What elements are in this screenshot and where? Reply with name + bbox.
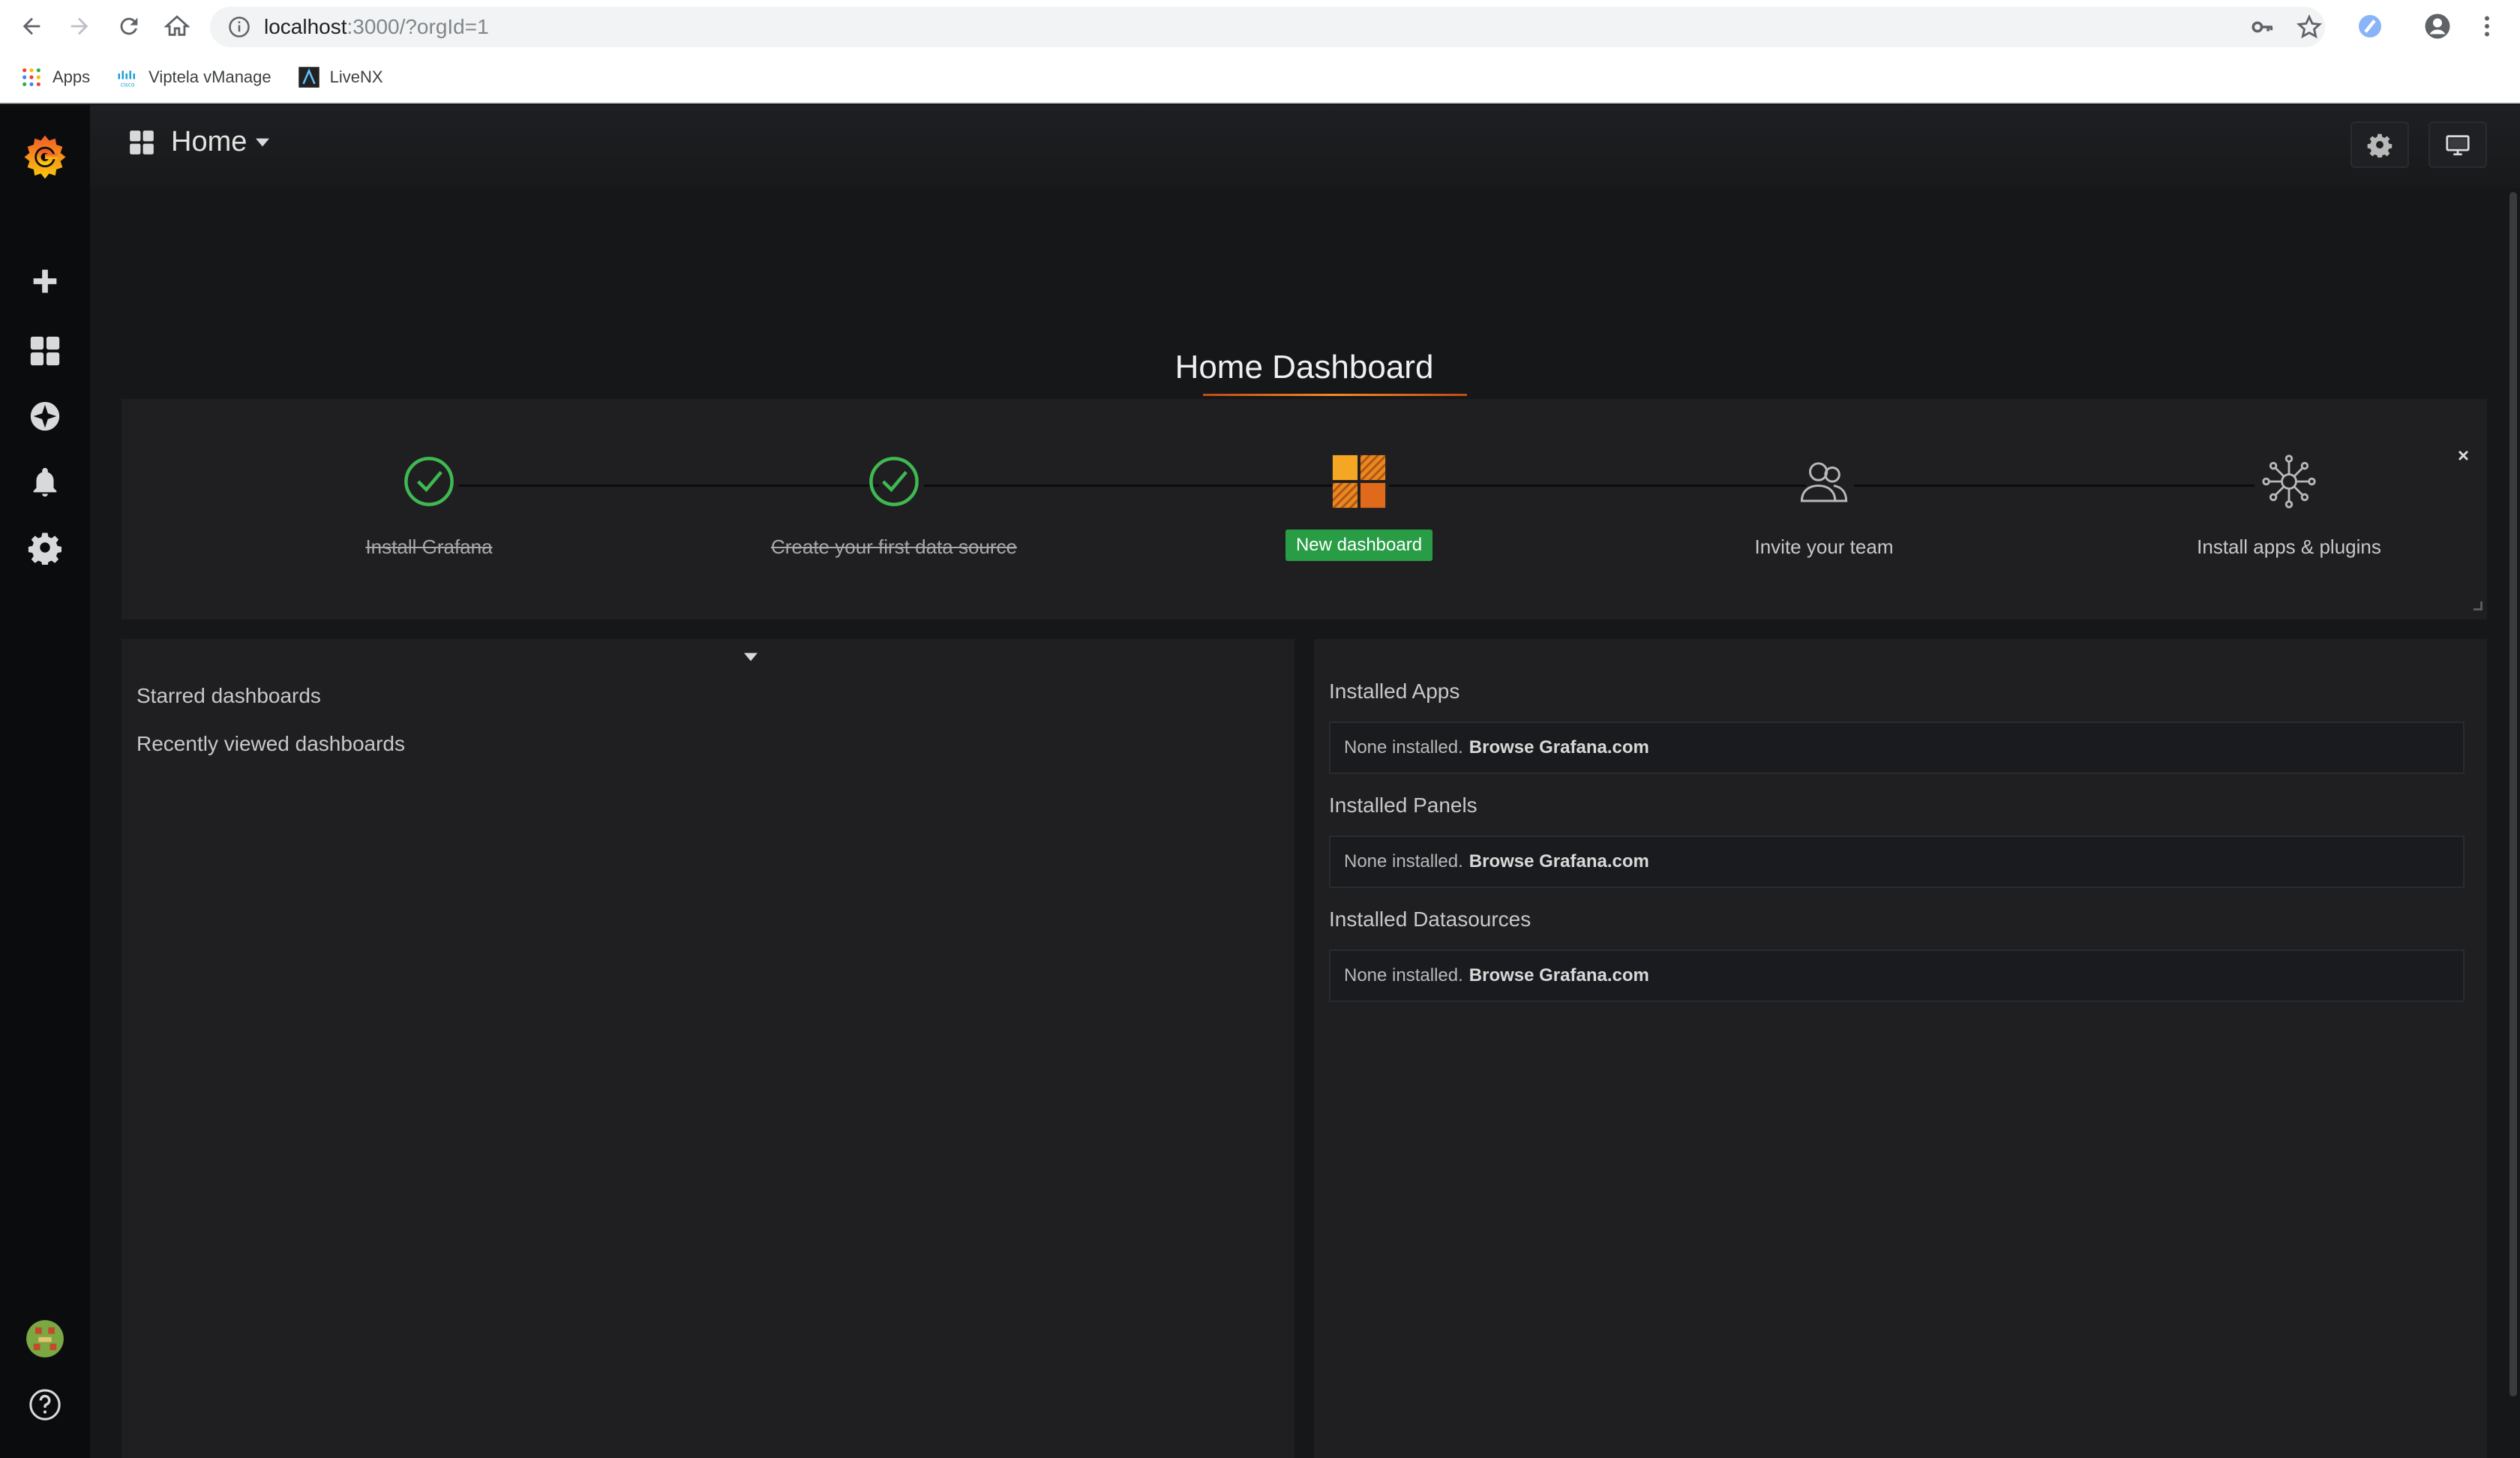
bookmark-viptela[interactable]: cisco Viptela vManage [116,65,272,89]
empty-text: None installed. [1344,965,1463,986]
installed-datasources-heading: Installed Datasources [1329,908,1532,931]
profile-icon[interactable] [2424,13,2451,40]
svg-text:cisco: cisco [121,82,135,88]
dashboard-list-panel: Starred dashboards Recently viewed dashb… [122,639,1294,1458]
installed-apps-empty: None installed. Browse Grafana.com [1329,722,2464,774]
step-create-data-source: Create your first data source [706,452,1082,559]
help-icon [29,1389,61,1420]
livenx-icon [297,65,321,89]
home-icon [164,15,190,36]
menu-kebab-icon[interactable] [2474,13,2500,40]
recently-viewed-heading: Recently viewed dashboards [136,732,405,755]
installed-panels-empty: None installed. Browse Grafana.com [1329,836,2464,888]
dashboard-settings-button[interactable] [2350,122,2409,168]
starred-dashboards-heading: Starred dashboards [136,684,321,707]
arrow-right-icon [70,17,88,35]
step-invite-team: Invite your team [1636,452,2012,559]
configuration-menu-item[interactable] [0,518,90,578]
forward-button[interactable] [56,0,104,52]
home-dashboard-title: Home Dashboard [1174,349,1434,386]
step-label[interactable]: Install Grafana [365,536,492,559]
main-area: Home Home Dashboard Install Grafana Crea… [90,105,2520,1458]
caret-down-icon [256,138,270,146]
bookmark-apps[interactable]: Apps [20,65,90,89]
dashboards-menu-item[interactable] [0,321,90,381]
grafana-logo[interactable] [0,116,90,196]
help-menu-item[interactable] [0,1375,90,1435]
url-host: localhost [264,15,347,38]
dashboard-tiles-icon [1329,452,1389,512]
home-button[interactable] [153,0,201,52]
dashboard-grid-icon [130,130,154,154]
user-avatar[interactable] [0,1309,90,1369]
vertical-scrollbar[interactable] [2510,192,2517,1396]
url-path: :3000/?orgId=1 [346,15,489,38]
bookmarks-bar: Apps cisco Viptela vManage LiveNX [0,52,2520,104]
tv-mode-button[interactable] [2428,122,2487,168]
info-icon[interactable] [228,16,250,38]
dashboard-title: Home [171,126,248,158]
users-icon [1794,452,1854,512]
step-label[interactable]: Install apps & plugins [2197,536,2381,559]
avatar-icon [26,1320,64,1358]
browse-grafana-link[interactable]: Browse Grafana.com [1469,851,1649,872]
getting-started-panel: Install Grafana Create your first data s… [122,399,2487,620]
installed-datasources-empty: None installed. Browse Grafana.com [1329,950,2464,1002]
browser-toolbar: localhost:3000/?orgId=1 [0,0,2520,52]
new-dashboard-button[interactable]: New dashboard [1285,530,1433,561]
bookmark-label: LiveNX [329,68,383,86]
step-label[interactable]: Invite your team [1755,536,1894,559]
cisco-icon: cisco [116,65,140,89]
step-install-plugins: Install apps & plugins [2102,452,2476,559]
grafana-logo-icon [24,135,66,179]
star-icon[interactable] [2296,14,2322,40]
empty-text: None installed. [1344,851,1463,872]
reload-icon [120,17,138,35]
monitor-icon [2446,135,2470,156]
apps-grid-icon [20,65,44,89]
browse-grafana-link[interactable]: Browse Grafana.com [1469,965,1649,986]
reload-button[interactable] [105,0,153,52]
plus-icon [33,269,57,293]
bell-icon [33,467,57,497]
compass-icon [30,401,60,431]
bookmark-label: Viptela vManage [148,68,272,86]
check-circle-icon [399,452,459,512]
extension-icon[interactable] [2356,13,2384,40]
key-icon[interactable] [2250,14,2276,40]
alerting-menu-item[interactable] [0,452,90,512]
create-menu-item[interactable] [0,251,90,311]
side-menu [0,105,90,1458]
empty-text: None installed. [1344,737,1463,758]
panel-resize-handle[interactable] [2474,602,2482,610]
explore-menu-item[interactable] [0,386,90,446]
address-bar[interactable]: localhost:3000/?orgId=1 [210,7,2325,47]
dashboard-grid-icon [30,336,60,366]
close-button[interactable]: × [2458,444,2469,467]
arrow-left-icon [22,17,40,35]
gear-icon [28,532,62,565]
gear-icon [2367,134,2392,158]
installed-apps-heading: Installed Apps [1329,680,1460,703]
check-circle-icon [864,452,924,512]
dashboard-picker[interactable]: Home [128,126,270,158]
plugins-icon [2259,452,2319,512]
title-underline [1203,394,1467,396]
step-new-dashboard: New dashboard [1172,452,1546,561]
plugin-list-panel: Installed Apps None installed. Browse Gr… [1314,639,2487,1458]
step-install-grafana: Install Grafana [242,452,616,559]
step-label[interactable]: Create your first data source [771,536,1017,559]
back-button[interactable] [8,0,56,52]
installed-panels-heading: Installed Panels [1329,794,1478,817]
bookmark-livenx[interactable]: LiveNX [297,65,383,89]
caret-down-icon[interactable] [744,652,758,662]
browse-grafana-link[interactable]: Browse Grafana.com [1469,737,1649,758]
dashboard-navbar: Home [90,105,2520,188]
bookmark-label: Apps [52,68,91,86]
